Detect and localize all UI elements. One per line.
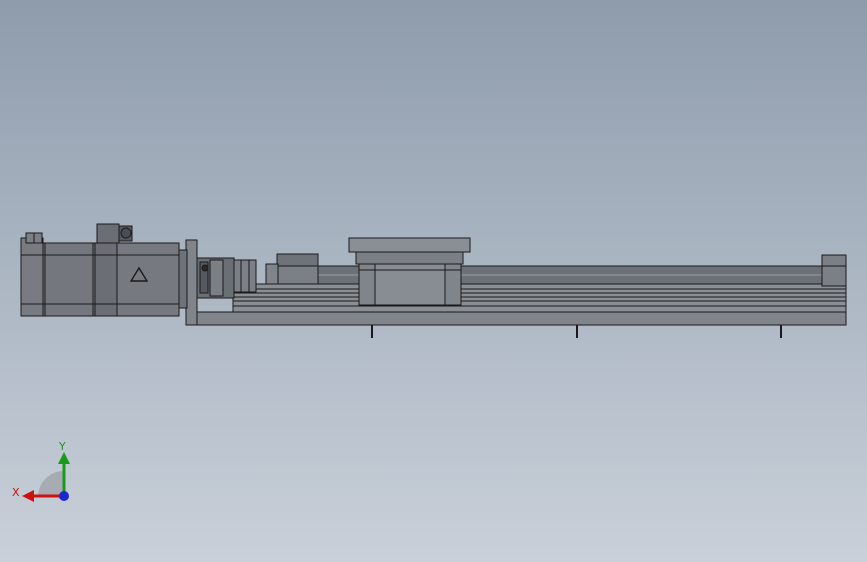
y-axis-label: Y (58, 440, 66, 453)
motor-flange-plate[interactable] (178, 239, 198, 326)
linear-rail-base[interactable] (186, 283, 847, 338)
x-axis-label: X (12, 486, 20, 499)
coupling[interactable] (195, 257, 257, 299)
y-axis-arrow-icon (58, 452, 70, 464)
z-axis-dot-icon (59, 491, 69, 501)
x-axis-arrow-icon (22, 490, 34, 502)
triad-plane-shading (38, 471, 64, 496)
axis-triad: Y X (12, 440, 70, 502)
bearing-block[interactable] (265, 253, 319, 285)
carriage-table[interactable] (348, 237, 471, 306)
cad-viewport[interactable] (0, 0, 867, 562)
servo-motor[interactable] (20, 223, 180, 317)
end-block[interactable] (821, 254, 847, 287)
